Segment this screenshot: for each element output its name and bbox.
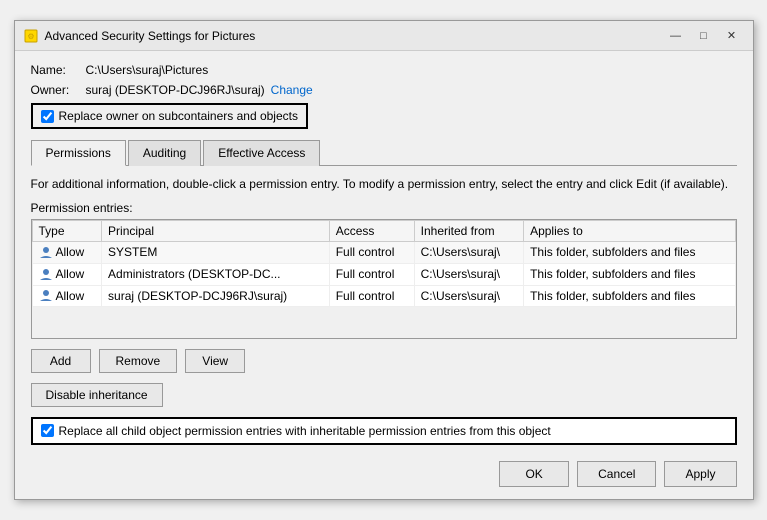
- table-row[interactable]: Allow SYSTEM Full control C:\Users\suraj…: [32, 241, 735, 263]
- main-window: ⚙ Advanced Security Settings for Picture…: [14, 20, 754, 500]
- action-buttons: Add Remove View: [31, 349, 737, 373]
- cell-principal: SYSTEM: [102, 241, 330, 263]
- name-row: Name: C:\Users\suraj\Pictures: [31, 63, 737, 77]
- tab-auditing[interactable]: Auditing: [128, 140, 201, 166]
- tab-bar: Permissions Auditing Effective Access: [31, 139, 737, 166]
- cell-access: Full control: [329, 285, 414, 307]
- col-principal: Principal: [102, 220, 330, 241]
- cell-inherited: C:\Users\suraj\: [414, 263, 523, 285]
- window-icon: ⚙: [23, 28, 39, 44]
- table-row[interactable]: Allow Administrators (DESKTOP-DC... Full…: [32, 263, 735, 285]
- window-title: Advanced Security Settings for Pictures: [45, 29, 256, 43]
- view-button[interactable]: View: [185, 349, 245, 373]
- cell-applies: This folder, subfolders and files: [524, 285, 735, 307]
- col-access: Access: [329, 220, 414, 241]
- owner-value: suraj (DESKTOP-DCJ96RJ\suraj): [86, 83, 265, 97]
- minimize-button[interactable]: —: [663, 27, 689, 45]
- svg-text:⚙: ⚙: [27, 32, 34, 41]
- cell-applies: This folder, subfolders and files: [524, 241, 735, 263]
- name-value: C:\Users\suraj\Pictures: [86, 63, 209, 77]
- col-inherited: Inherited from: [414, 220, 523, 241]
- dialog-content: Name: C:\Users\suraj\Pictures Owner: sur…: [15, 51, 753, 499]
- cell-principal: suraj (DESKTOP-DCJ96RJ\suraj): [102, 285, 330, 307]
- close-button[interactable]: ✕: [719, 27, 745, 45]
- replace-owner-checkbox-row[interactable]: Replace owner on subcontainers and objec…: [31, 103, 308, 129]
- cell-type: Allow: [32, 285, 102, 307]
- cell-principal: Administrators (DESKTOP-DC...: [102, 263, 330, 285]
- disable-inheritance-button[interactable]: Disable inheritance: [31, 383, 163, 407]
- cell-type: Allow: [32, 241, 102, 263]
- info-text: For additional information, double-click…: [31, 176, 737, 193]
- permission-entries-label: Permission entries:: [31, 201, 737, 215]
- table-header-row: Type Principal Access Inherited from App…: [32, 220, 735, 241]
- name-label: Name:: [31, 63, 86, 77]
- col-applies: Applies to: [524, 220, 735, 241]
- cell-inherited: C:\Users\suraj\: [414, 241, 523, 263]
- permissions-table: Type Principal Access Inherited from App…: [32, 220, 736, 307]
- replace-child-label: Replace all child object permission entr…: [59, 424, 551, 438]
- dialog-buttons: OK Cancel Apply: [31, 457, 737, 487]
- add-button[interactable]: Add: [31, 349, 91, 373]
- cell-access: Full control: [329, 263, 414, 285]
- replace-owner-checkbox[interactable]: [41, 110, 54, 123]
- change-link[interactable]: Change: [271, 83, 313, 97]
- tab-effective-access[interactable]: Effective Access: [203, 140, 320, 166]
- col-type: Type: [32, 220, 102, 241]
- permissions-table-container[interactable]: Type Principal Access Inherited from App…: [31, 219, 737, 339]
- cell-applies: This folder, subfolders and files: [524, 263, 735, 285]
- replace-owner-label: Replace owner on subcontainers and objec…: [59, 109, 298, 123]
- remove-button[interactable]: Remove: [99, 349, 178, 373]
- titlebar-controls: — □ ✕: [663, 27, 745, 45]
- replace-child-checkbox[interactable]: [41, 424, 54, 437]
- cancel-button[interactable]: Cancel: [577, 461, 656, 487]
- table-row[interactable]: Allow suraj (DESKTOP-DCJ96RJ\suraj) Full…: [32, 285, 735, 307]
- titlebar-left: ⚙ Advanced Security Settings for Picture…: [23, 28, 256, 44]
- owner-row: Owner: suraj (DESKTOP-DCJ96RJ\suraj) Cha…: [31, 83, 737, 97]
- apply-button[interactable]: Apply: [664, 461, 736, 487]
- tab-permissions[interactable]: Permissions: [31, 140, 126, 166]
- maximize-button[interactable]: □: [691, 27, 717, 45]
- titlebar: ⚙ Advanced Security Settings for Picture…: [15, 21, 753, 51]
- cell-type: Allow: [32, 263, 102, 285]
- ok-button[interactable]: OK: [499, 461, 569, 487]
- cell-inherited: C:\Users\suraj\: [414, 285, 523, 307]
- cell-access: Full control: [329, 241, 414, 263]
- replace-child-checkbox-row[interactable]: Replace all child object permission entr…: [31, 417, 737, 445]
- owner-label: Owner:: [31, 83, 86, 97]
